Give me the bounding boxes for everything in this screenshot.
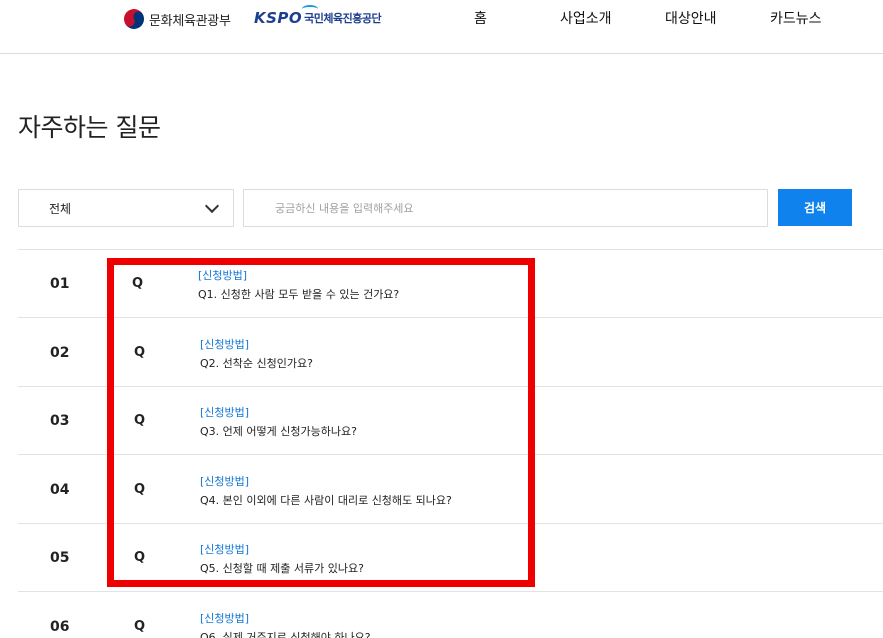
nav-home[interactable]: 홈 (474, 8, 487, 28)
faq-question[interactable]: Q2. 선착순 신청인가요? (200, 355, 313, 371)
faq-number: 06 (50, 619, 70, 635)
ministry-name: 문화체육관광부 (149, 13, 231, 29)
faq-question[interactable]: Q4. 본인 이외에 다른 사람이 대리로 신청해도 되나요? (200, 492, 452, 508)
kspo-logo[interactable]: KSPO 국민체육진흥공단 (254, 5, 382, 28)
faq-question[interactable]: Q5. 신청할 때 제출 서류가 있나요? (200, 560, 364, 576)
faq-q-marker: Q (134, 413, 146, 428)
faq-category: [신청방법] (200, 543, 250, 556)
faq-number: 05 (50, 550, 70, 566)
faq-number: 02 (50, 345, 70, 361)
faq-category: [신청방법] (200, 612, 250, 625)
faq-question[interactable]: Q6. 실제 거주지로 신청해야 하나요? (200, 629, 371, 638)
faq-question[interactable]: Q3. 언제 어떻게 신청가능하나요? (200, 423, 357, 439)
faq-row[interactable]: 06 Q [신청방법] Q6. 실제 거주지로 신청해야 하나요? (18, 593, 883, 638)
faq-category: [신청방법] (198, 269, 248, 282)
nav-target-guide[interactable]: 대상안내 (665, 8, 717, 28)
mcst-logo[interactable]: 문화체육관광부 (120, 5, 231, 33)
category-selected-value: 전체 (49, 201, 72, 216)
taegeuk-icon (120, 5, 148, 33)
faq-number: 04 (50, 482, 70, 498)
faq-row[interactable]: 03 Q [신청방법] Q3. 언제 어떻게 신청가능하나요? (18, 387, 883, 455)
faq-category: [신청방법] (200, 406, 250, 419)
nav-card-news[interactable]: 카드뉴스 (770, 8, 822, 28)
kspo-swoosh-icon (302, 5, 318, 13)
faq-q-marker: Q (132, 276, 144, 291)
faq-q-marker: Q (134, 345, 146, 360)
faq-row[interactable]: 01 Q [신청방법] Q1. 신청한 사람 모두 받을 수 있는 건가요? (18, 250, 883, 318)
faq-number: 03 (50, 413, 70, 429)
faq-category: [신청방법] (200, 475, 250, 488)
faq-row[interactable]: 02 Q [신청방법] Q2. 선착순 신청인가요? (18, 319, 883, 387)
nav-business-intro[interactable]: 사업소개 (560, 8, 612, 28)
search-button[interactable]: 검색 (778, 189, 852, 226)
faq-list: 01 Q [신청방법] Q1. 신청한 사람 모두 받을 수 있는 건가요? 0… (18, 249, 883, 638)
chevron-down-icon (204, 198, 220, 214)
faq-q-marker: Q (134, 550, 146, 565)
category-select[interactable]: 전체 (18, 189, 234, 227)
site-header: 문화체육관광부 KSPO 국민체육진흥공단 홈 사업소개 대상안내 카드뉴스 (0, 0, 883, 54)
faq-q-marker: Q (134, 482, 146, 497)
faq-question[interactable]: Q1. 신청한 사람 모두 받을 수 있는 건가요? (198, 286, 399, 302)
faq-row[interactable]: 04 Q [신청방법] Q4. 본인 이외에 다른 사람이 대리로 신청해도 되… (18, 456, 883, 524)
faq-category: [신청방법] (200, 338, 250, 351)
kspo-wordmark: KSPO (254, 9, 303, 27)
faq-number: 01 (50, 276, 70, 292)
search-input[interactable] (243, 189, 768, 227)
faq-q-marker: Q (134, 619, 146, 634)
page-title: 자주하는 질문 (18, 113, 161, 142)
faq-row[interactable]: 05 Q [신청방법] Q5. 신청할 때 제출 서류가 있나요? (18, 524, 883, 592)
